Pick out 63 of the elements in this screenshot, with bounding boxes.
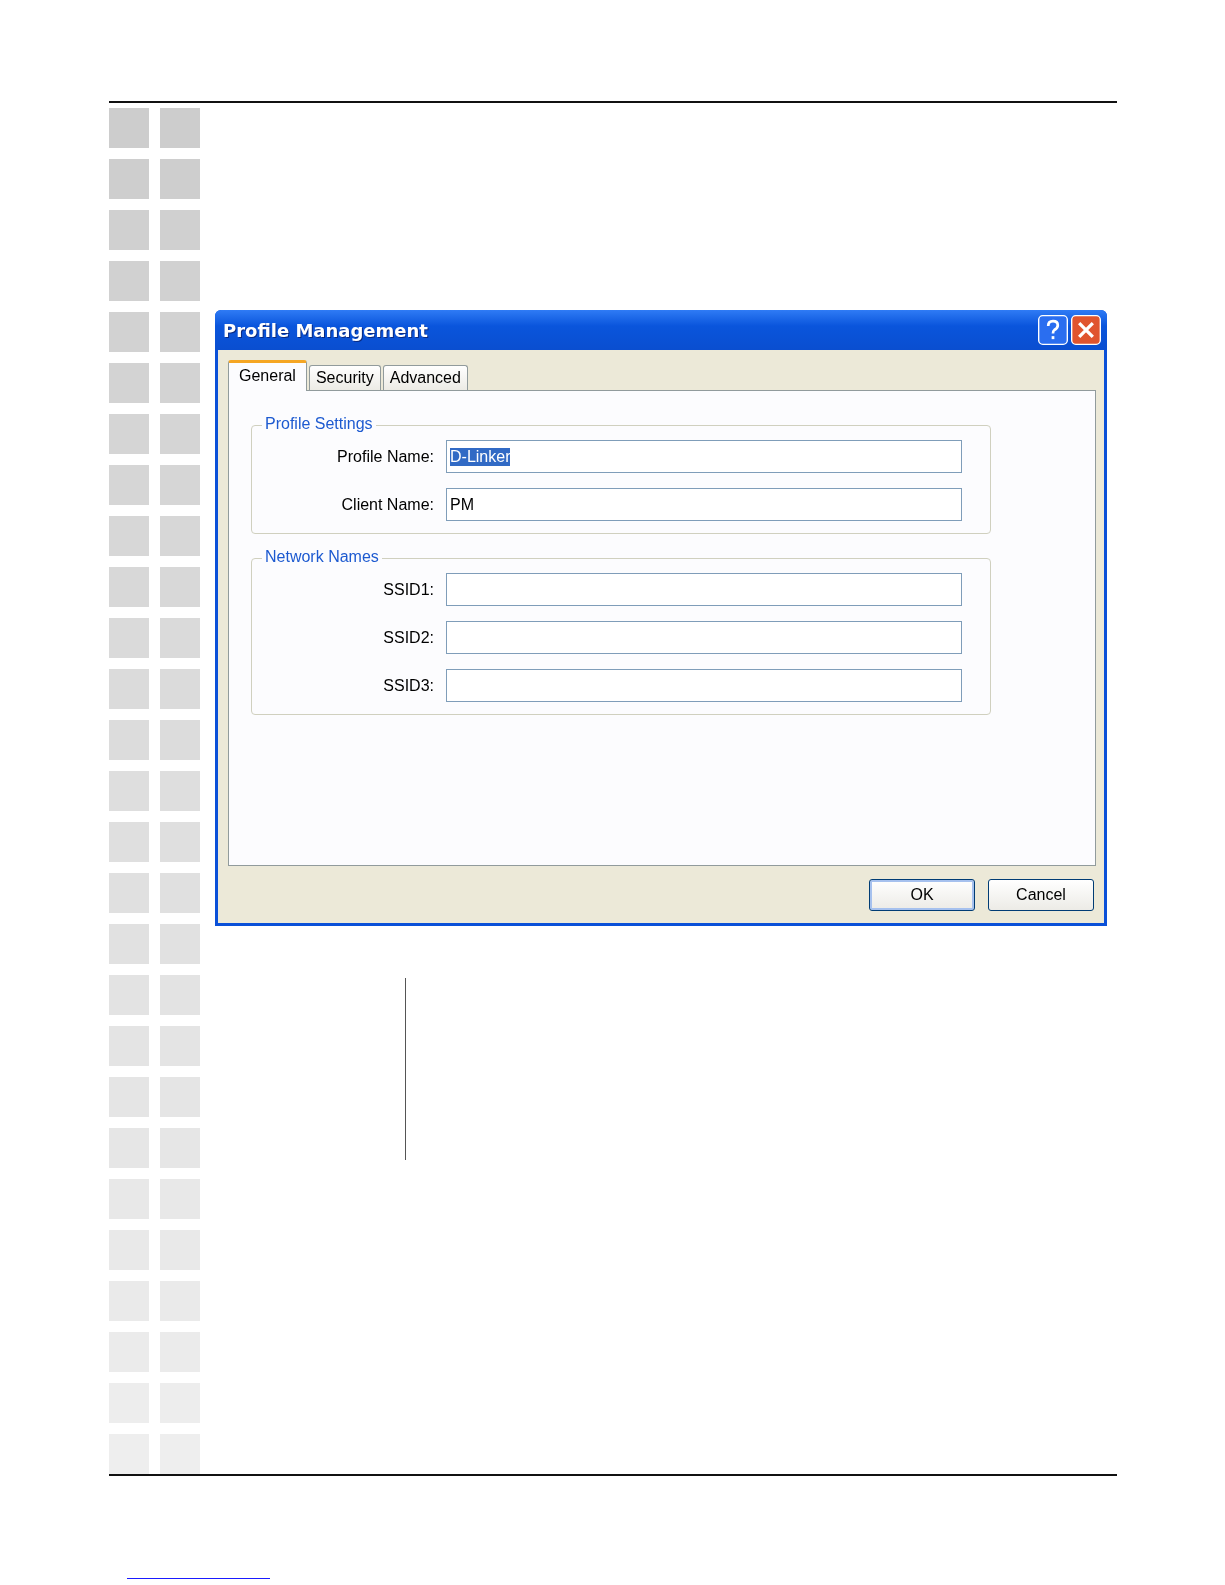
decorative-square — [109, 873, 149, 913]
decorative-square — [109, 159, 149, 199]
decorative-square — [109, 924, 149, 964]
decorative-square — [160, 1128, 200, 1168]
decorative-square — [160, 261, 200, 301]
decorative-square — [109, 1434, 149, 1474]
decorative-square — [160, 108, 200, 148]
decorative-square — [160, 414, 200, 454]
field-label: SSID3: — [382, 676, 434, 695]
close-icon[interactable] — [1071, 315, 1101, 345]
decorative-square — [109, 720, 149, 760]
decorative-square — [160, 312, 200, 352]
decorative-square — [109, 567, 149, 607]
cancel-button[interactable]: Cancel — [988, 879, 1094, 911]
decorative-square — [109, 975, 149, 1015]
decorative-square — [160, 1026, 200, 1066]
decorative-square — [160, 159, 200, 199]
decorative-square — [160, 1077, 200, 1117]
tab[interactable]: Advanced — [382, 365, 468, 390]
decorative-square — [160, 975, 200, 1015]
tab[interactable]: General — [228, 360, 307, 391]
decorative-square — [109, 822, 149, 862]
input-field[interactable] — [446, 621, 962, 654]
decorative-square — [109, 210, 149, 250]
help-icon[interactable] — [1038, 315, 1068, 345]
decorative-square — [109, 1026, 149, 1066]
decorative-square — [109, 516, 149, 556]
field-label: Profile Name: — [336, 447, 434, 466]
decorative-square — [160, 924, 200, 964]
decorative-square — [109, 618, 149, 658]
field-label: SSID2: — [382, 628, 434, 647]
decorative-square — [109, 261, 149, 301]
decorative-square — [109, 1128, 149, 1168]
decorative-square — [109, 414, 149, 454]
decorative-square — [160, 516, 200, 556]
decorative-square — [160, 210, 200, 250]
group-title: Profile Settings — [262, 415, 376, 433]
window-title: Profile Management — [223, 319, 428, 341]
input-field[interactable] — [446, 573, 962, 606]
input-field[interactable]: D-Linker — [446, 440, 962, 473]
field-label: Client Name: — [340, 495, 434, 514]
decorative-square — [160, 771, 200, 811]
decorative-square — [160, 669, 200, 709]
decorative-square — [160, 873, 200, 913]
tab[interactable]: Security — [308, 365, 381, 390]
decorative-square — [160, 618, 200, 658]
input-field[interactable]: PM — [446, 488, 962, 521]
decorative-square — [109, 669, 149, 709]
decorative-square — [109, 1077, 149, 1117]
decorative-square — [160, 567, 200, 607]
ok-button[interactable]: OK — [869, 879, 975, 911]
decorative-square — [160, 465, 200, 505]
decorative-square — [160, 720, 200, 760]
decorative-square — [109, 771, 149, 811]
decorative-square — [160, 822, 200, 862]
decorative-square — [160, 363, 200, 403]
decorative-square — [109, 363, 149, 403]
decorative-square — [109, 108, 149, 148]
decorative-square — [160, 1434, 200, 1474]
field-label: SSID1: — [382, 580, 434, 599]
input-field[interactable] — [446, 669, 962, 702]
decorative-square — [109, 312, 149, 352]
decorative-square — [109, 465, 149, 505]
